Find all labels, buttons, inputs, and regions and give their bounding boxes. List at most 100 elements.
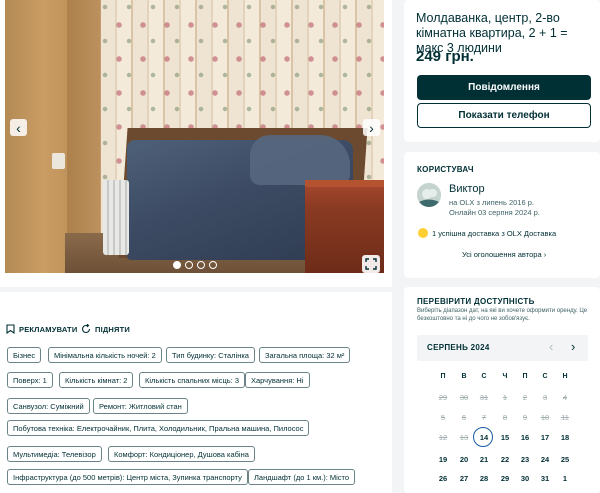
availability-section-label: ПЕРЕВІРИТИ ДОСТУПНІСТЬ xyxy=(417,297,535,306)
calendar-day: 12 xyxy=(438,433,448,442)
attribute-tag: Кількість кімнат: 2 xyxy=(59,372,134,388)
attribute-tag: Побутова техніка: Електрочайник, Плита, … xyxy=(7,420,310,436)
gallery-dot[interactable] xyxy=(209,261,217,269)
calendar-day[interactable]: 26 xyxy=(433,474,453,483)
avatar[interactable] xyxy=(417,183,441,207)
calendar-day[interactable]: 19 xyxy=(433,455,453,464)
attribute-tag: Бізнес xyxy=(7,347,42,363)
promote-button[interactable]: РЕКЛАМУВАТИ xyxy=(6,324,77,334)
calendar-day[interactable]: 15 xyxy=(495,433,515,442)
calendar-today-marker xyxy=(473,427,493,447)
user-section-label: КОРИСТУВАЧ xyxy=(417,165,474,174)
chevron-right-icon: › xyxy=(369,119,374,136)
calendar-day: 9 xyxy=(522,413,528,422)
user-avatar-icon xyxy=(417,183,441,207)
show-phone-button[interactable]: Показати телефон xyxy=(417,103,591,128)
promote-label: РЕКЛАМУВАТИ xyxy=(19,324,78,334)
calendar-day: 1 xyxy=(502,393,508,402)
chevron-right-icon: › xyxy=(543,250,547,259)
calendar-day[interactable]: 21 xyxy=(474,455,494,464)
calendar-day: 10 xyxy=(540,413,550,422)
attribute-tag: Тип будинку: Сталінка xyxy=(166,347,255,363)
calendar-day[interactable]: 29 xyxy=(495,474,515,483)
attribute-tag: Ремонт: Житловий стан xyxy=(93,398,188,414)
calendar-day[interactable]: 25 xyxy=(555,455,575,464)
attribute-tag: Мультимедіа: Телевізор xyxy=(7,446,102,462)
gallery-prev-button[interactable]: ‹ xyxy=(10,119,27,136)
calendar-day: 13 xyxy=(459,433,469,442)
calendar-weekday: С xyxy=(481,373,487,380)
listing-summary-card: Молдаванка, центр, 2-во кімнатна квартир… xyxy=(404,0,600,142)
delivery-badge: 1 успішна доставка з OLX Доставка xyxy=(418,228,556,238)
calendar-day[interactable]: 30 xyxy=(515,474,535,483)
photo-gallery: ‹ › xyxy=(0,0,392,287)
calendar-weekday: П xyxy=(522,373,528,380)
photo-blanket xyxy=(250,135,350,185)
calendar-day[interactable]: 23 xyxy=(515,455,535,464)
gallery-next-button[interactable]: › xyxy=(363,119,380,136)
photo-radiator xyxy=(103,180,129,255)
calendar-weekday: Н xyxy=(562,373,568,380)
expand-icon xyxy=(365,258,377,270)
user-name[interactable]: Виктор xyxy=(449,183,485,195)
availability-description: Виберіть діапазон дат, на які ви хочете … xyxy=(417,308,588,322)
calendar-day: 29 xyxy=(438,393,448,402)
listing-photo[interactable] xyxy=(5,0,384,273)
attribute-tag: Санвузол: Суміжний xyxy=(7,398,90,414)
calendar-day: 3 xyxy=(542,393,548,402)
photo-light-switch xyxy=(52,153,65,169)
attribute-tag: Комфорт: Кондиціонер, Душова кабіна xyxy=(108,446,255,462)
calendar-day: 31 xyxy=(479,393,489,402)
refresh-icon xyxy=(81,324,91,334)
raise-button[interactable]: ПІДНЯТИ xyxy=(81,324,130,334)
fullscreen-button[interactable] xyxy=(362,255,380,273)
calendar-day[interactable]: 27 xyxy=(454,474,474,483)
calendar-weekday: Ч xyxy=(502,373,508,380)
calendar-day[interactable]: 16 xyxy=(515,433,535,442)
calendar-next-button[interactable]: › xyxy=(571,339,575,354)
attribute-tag: Кількість спальних місць: 3 xyxy=(139,372,245,388)
chevron-left-icon: ‹ xyxy=(16,119,21,136)
calendar-day: 4 xyxy=(562,393,568,402)
calendar-day: 30 xyxy=(459,393,469,402)
all-ads-link[interactable]: Усі оголошення автора › xyxy=(462,250,546,259)
calendar-weekday: В xyxy=(461,373,467,380)
calendar-weekday: П xyxy=(440,373,446,380)
calendar-prev-button[interactable]: ‹ xyxy=(549,339,553,354)
calendar-day: 5 xyxy=(440,413,446,422)
gallery-pagination xyxy=(173,261,217,269)
gallery-dot[interactable] xyxy=(173,261,181,269)
user-last-online: Онлайн 03 серпня 2024 р. xyxy=(449,208,540,217)
calendar-day[interactable]: 22 xyxy=(495,455,515,464)
calendar-weekday: С xyxy=(542,373,548,380)
attribute-tag: Харчування: Ні xyxy=(245,372,310,388)
attribute-tag: Ландшафт (до 1 км.): Місто xyxy=(248,469,356,485)
calendar-day[interactable]: 24 xyxy=(535,455,555,464)
calendar-day: 6 xyxy=(461,413,467,422)
message-button[interactable]: Повідомлення xyxy=(417,75,591,100)
calendar-day[interactable]: 28 xyxy=(474,474,494,483)
attribute-tag: Загальна площа: 32 м² xyxy=(259,347,351,363)
raise-label: ПІДНЯТИ xyxy=(95,324,130,334)
attributes-panel xyxy=(0,292,392,493)
calendar-day[interactable]: 1 xyxy=(555,474,575,483)
calendar-day: 8 xyxy=(502,413,508,422)
calendar-day: 7 xyxy=(481,413,487,422)
calendar-day[interactable]: 18 xyxy=(555,433,575,442)
calendar-day[interactable]: 31 xyxy=(535,474,555,483)
calendar-day: 2 xyxy=(522,393,528,402)
user-member-since: на OLX з липень 2016 р. xyxy=(449,198,534,207)
calendar-day[interactable]: 20 xyxy=(454,455,474,464)
attribute-tag: Мінімальна кількість ночей: 2 xyxy=(48,347,162,363)
calendar-month: СЕРПЕНЬ 2024 xyxy=(427,343,490,352)
listing-price: 249 грн. xyxy=(416,48,474,65)
calendar-day: 11 xyxy=(561,413,569,422)
attribute-tag: Поверх: 1 xyxy=(7,372,53,388)
delivery-text: 1 успішна доставка з OLX Доставка xyxy=(432,228,557,238)
bookmark-icon xyxy=(6,324,15,334)
gallery-dot[interactable] xyxy=(185,261,193,269)
all-ads-label: Усі оголошення автора xyxy=(462,250,542,259)
gallery-dot[interactable] xyxy=(197,261,205,269)
calendar-day[interactable]: 17 xyxy=(535,433,555,442)
delivery-icon xyxy=(418,228,428,238)
